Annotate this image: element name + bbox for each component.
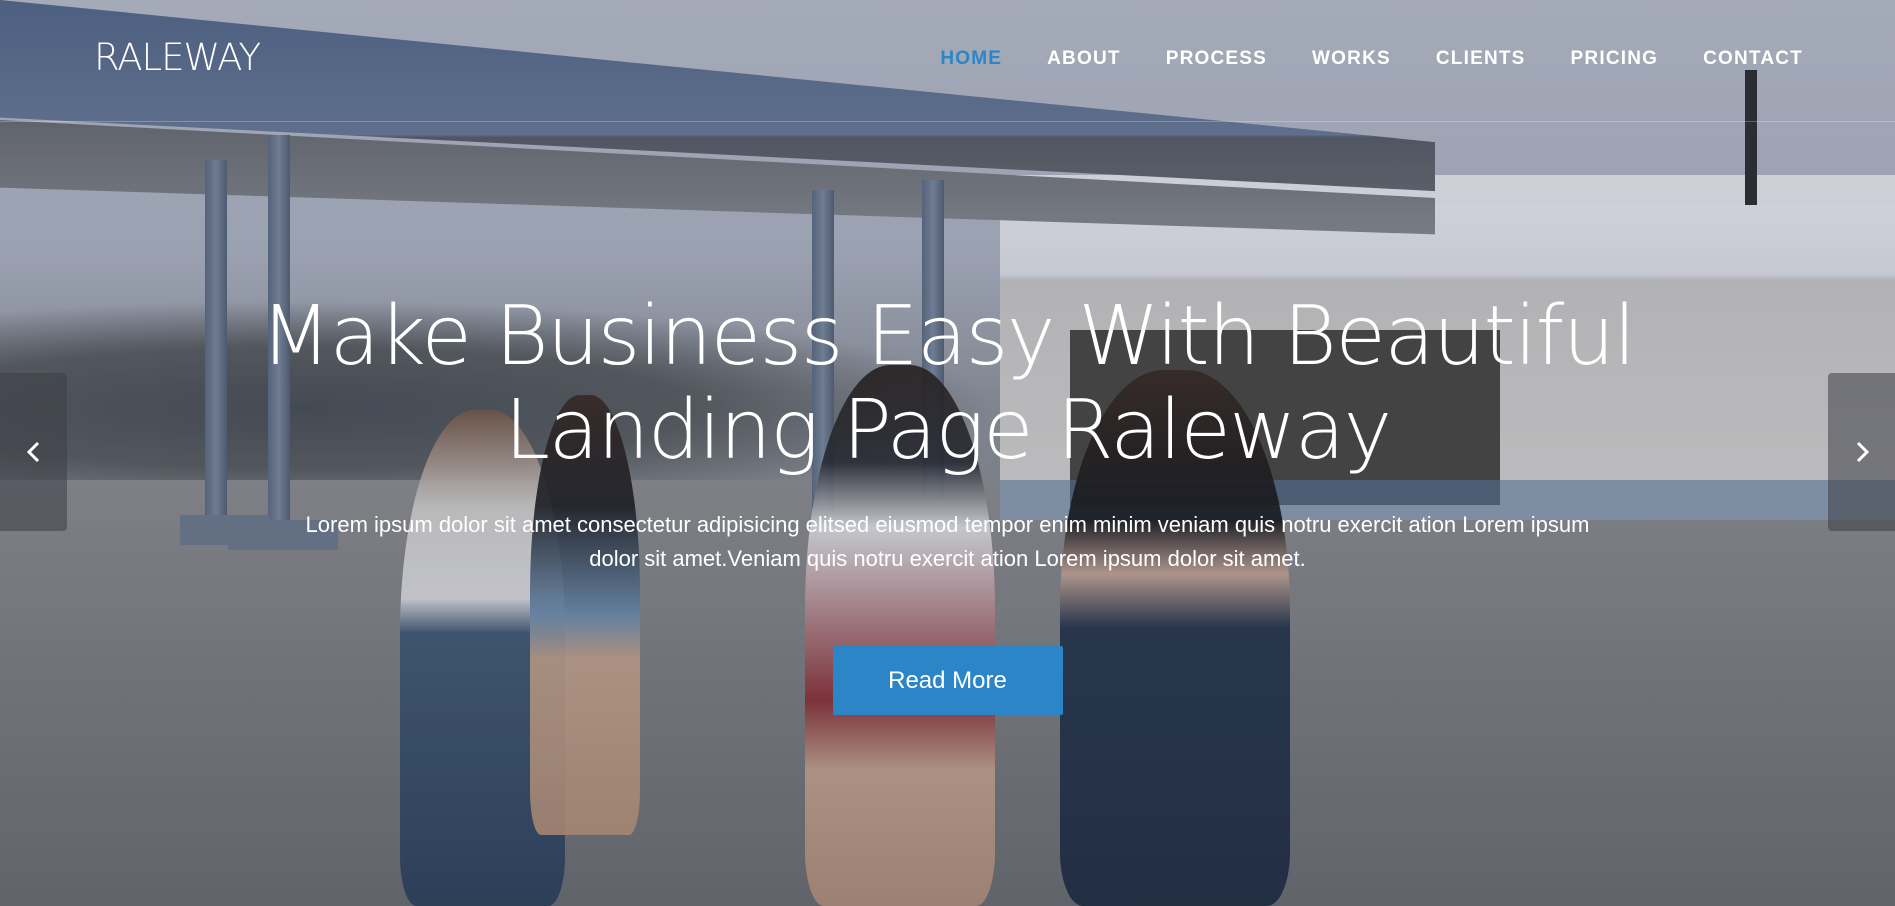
- slider-next-button[interactable]: [1828, 373, 1895, 531]
- nav-item-clients[interactable]: CLIENTS: [1436, 48, 1526, 70]
- site-logo[interactable]: RALEWAY: [94, 36, 261, 79]
- hero-section: RALEWAY HOME ABOUT PROCESS WORKS CLIENTS…: [0, 0, 1895, 906]
- main-menu: HOME ABOUT PROCESS WORKS CLIENTS PRICING…: [940, 48, 1803, 70]
- nav-item-home[interactable]: HOME: [940, 48, 1002, 70]
- hero-headline: Make Business Easy With Beautiful Landin…: [248, 290, 1648, 478]
- read-more-button[interactable]: Read More: [832, 646, 1063, 715]
- nav-item-about[interactable]: ABOUT: [1047, 48, 1121, 70]
- nav-item-process[interactable]: PROCESS: [1166, 48, 1267, 70]
- chevron-right-icon: [1856, 441, 1869, 463]
- hero-headline-line1: Make Business Easy With Beautiful: [260, 289, 1636, 384]
- slider-prev-button[interactable]: [0, 373, 67, 531]
- navbar: RALEWAY HOME ABOUT PROCESS WORKS CLIENTS…: [0, 0, 1895, 122]
- nav-item-pricing[interactable]: PRICING: [1571, 48, 1659, 70]
- hero-subtext: Lorem ipsum dolor sit amet consectetur a…: [305, 512, 1590, 571]
- hero-content: Make Business Easy With Beautiful Landin…: [0, 290, 1895, 715]
- hero-headline-line2: Landing Page Raleway: [504, 383, 1392, 478]
- nav-item-works[interactable]: WORKS: [1312, 48, 1391, 70]
- chevron-left-icon: [26, 441, 39, 463]
- nav-item-contact[interactable]: CONTACT: [1703, 48, 1803, 70]
